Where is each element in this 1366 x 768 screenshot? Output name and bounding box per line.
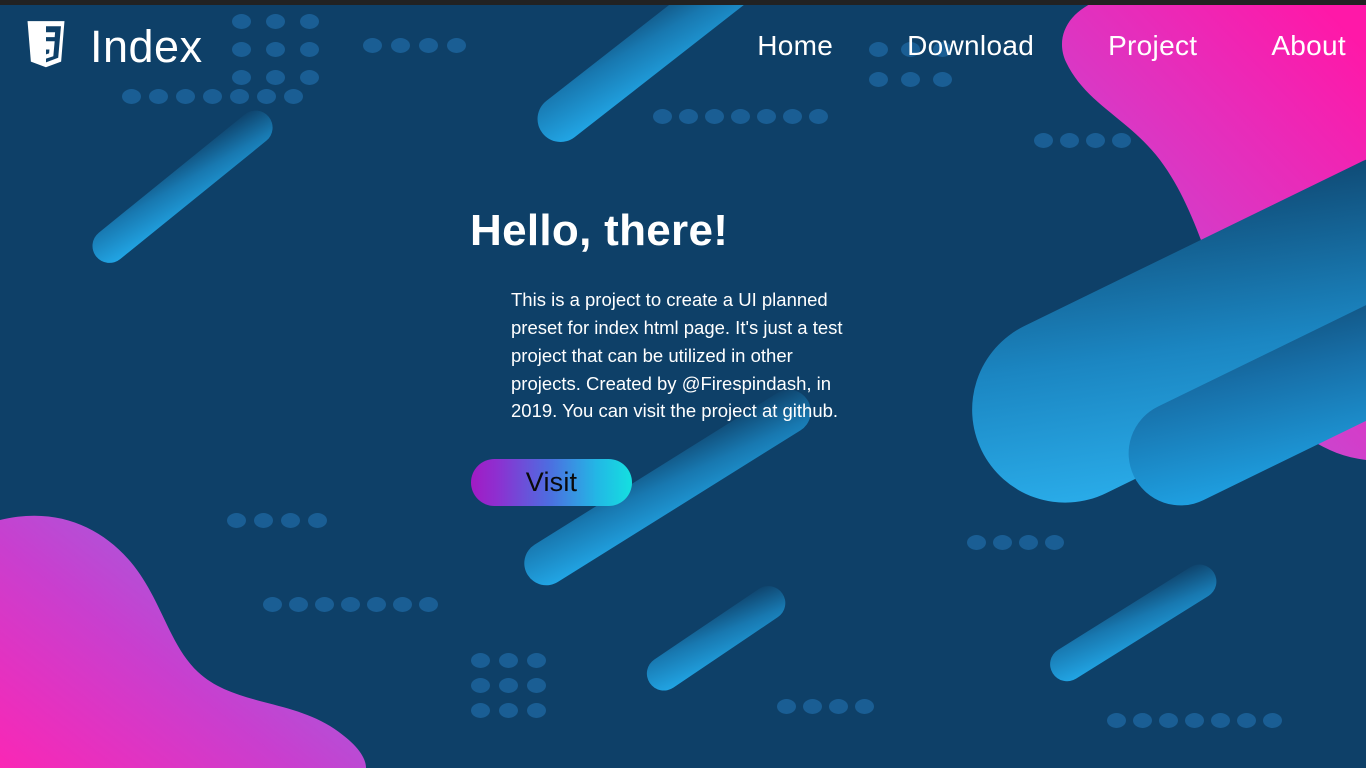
dot	[1034, 133, 1053, 148]
dot	[1107, 713, 1126, 728]
dot	[1211, 713, 1230, 728]
dot	[341, 597, 360, 612]
dot	[499, 678, 518, 693]
nav-link-home[interactable]: Home	[757, 30, 833, 62]
nav-link-download[interactable]: Download	[907, 30, 1034, 62]
dots-row-lower	[263, 597, 438, 612]
dot	[471, 678, 490, 693]
main-navigation: Home Download Project About	[757, 30, 1346, 62]
dot	[967, 535, 986, 550]
dot	[1019, 535, 1038, 550]
dot	[809, 109, 828, 124]
hero-paragraph: This is a project to create a UI planned…	[511, 289, 843, 422]
dots-row-left-mid	[227, 513, 327, 528]
dot	[653, 109, 672, 124]
brand-title: Index	[90, 20, 203, 72]
hero-section: Hello, there! This is a project to creat…	[470, 206, 870, 507]
dot	[149, 89, 168, 104]
nav-link-about[interactable]: About	[1271, 30, 1346, 62]
dot	[1045, 535, 1064, 550]
dots-row-right-mid	[967, 535, 1064, 550]
dots-row-bottom-r	[1107, 713, 1282, 728]
dot	[1159, 713, 1178, 728]
dot	[679, 109, 698, 124]
dot	[855, 699, 874, 714]
dot	[527, 678, 546, 693]
dot	[757, 109, 776, 124]
page-root: Index Home Download Project About Hello,…	[0, 0, 1366, 768]
pill-bottom-right	[1050, 564, 1217, 682]
dot	[367, 597, 386, 612]
dot	[1133, 713, 1152, 728]
dot	[289, 597, 308, 612]
dot	[993, 535, 1012, 550]
dot	[1112, 133, 1131, 148]
dot	[1060, 133, 1079, 148]
dot	[227, 513, 246, 528]
dot	[499, 703, 518, 718]
pill-bottom-center	[646, 586, 786, 691]
dot	[176, 89, 195, 104]
site-header: Index Home Download Project About	[0, 5, 1366, 87]
dots-row-bottom-c	[777, 699, 874, 714]
brand[interactable]: Index	[24, 20, 203, 72]
dot	[705, 109, 724, 124]
nav-link-project[interactable]: Project	[1108, 30, 1197, 62]
dot	[308, 513, 327, 528]
pill-upper-left	[92, 110, 273, 263]
window-top-strip	[0, 0, 1366, 5]
dot	[254, 513, 273, 528]
dot	[471, 653, 490, 668]
html5-shield-icon	[27, 21, 65, 68]
dot	[527, 703, 546, 718]
dot	[527, 653, 546, 668]
dot	[315, 597, 334, 612]
dots-grid-bottom	[471, 653, 546, 718]
dot	[419, 597, 438, 612]
hero-title: Hello, there!	[470, 206, 729, 255]
dot	[230, 89, 249, 104]
dot	[263, 597, 282, 612]
dot	[203, 89, 222, 104]
dot	[777, 699, 796, 714]
dots-header-row	[122, 89, 303, 104]
dot	[1263, 713, 1282, 728]
dot	[829, 699, 848, 714]
dot	[284, 89, 303, 104]
dot	[257, 89, 276, 104]
dot	[1185, 713, 1204, 728]
dots-row-upper	[653, 109, 828, 124]
dots-row-right	[1034, 133, 1131, 148]
dot	[783, 109, 802, 124]
visit-button[interactable]: Visit	[471, 459, 632, 507]
dot	[122, 89, 141, 104]
pill-large-right	[972, 152, 1366, 503]
dot	[731, 109, 750, 124]
dot	[393, 597, 412, 612]
dot	[1237, 713, 1256, 728]
blob-bottom-left	[0, 515, 366, 768]
dot	[1086, 133, 1105, 148]
dot	[803, 699, 822, 714]
dot	[471, 703, 490, 718]
dot	[281, 513, 300, 528]
pill-small-right	[1128, 262, 1366, 506]
dot	[499, 653, 518, 668]
